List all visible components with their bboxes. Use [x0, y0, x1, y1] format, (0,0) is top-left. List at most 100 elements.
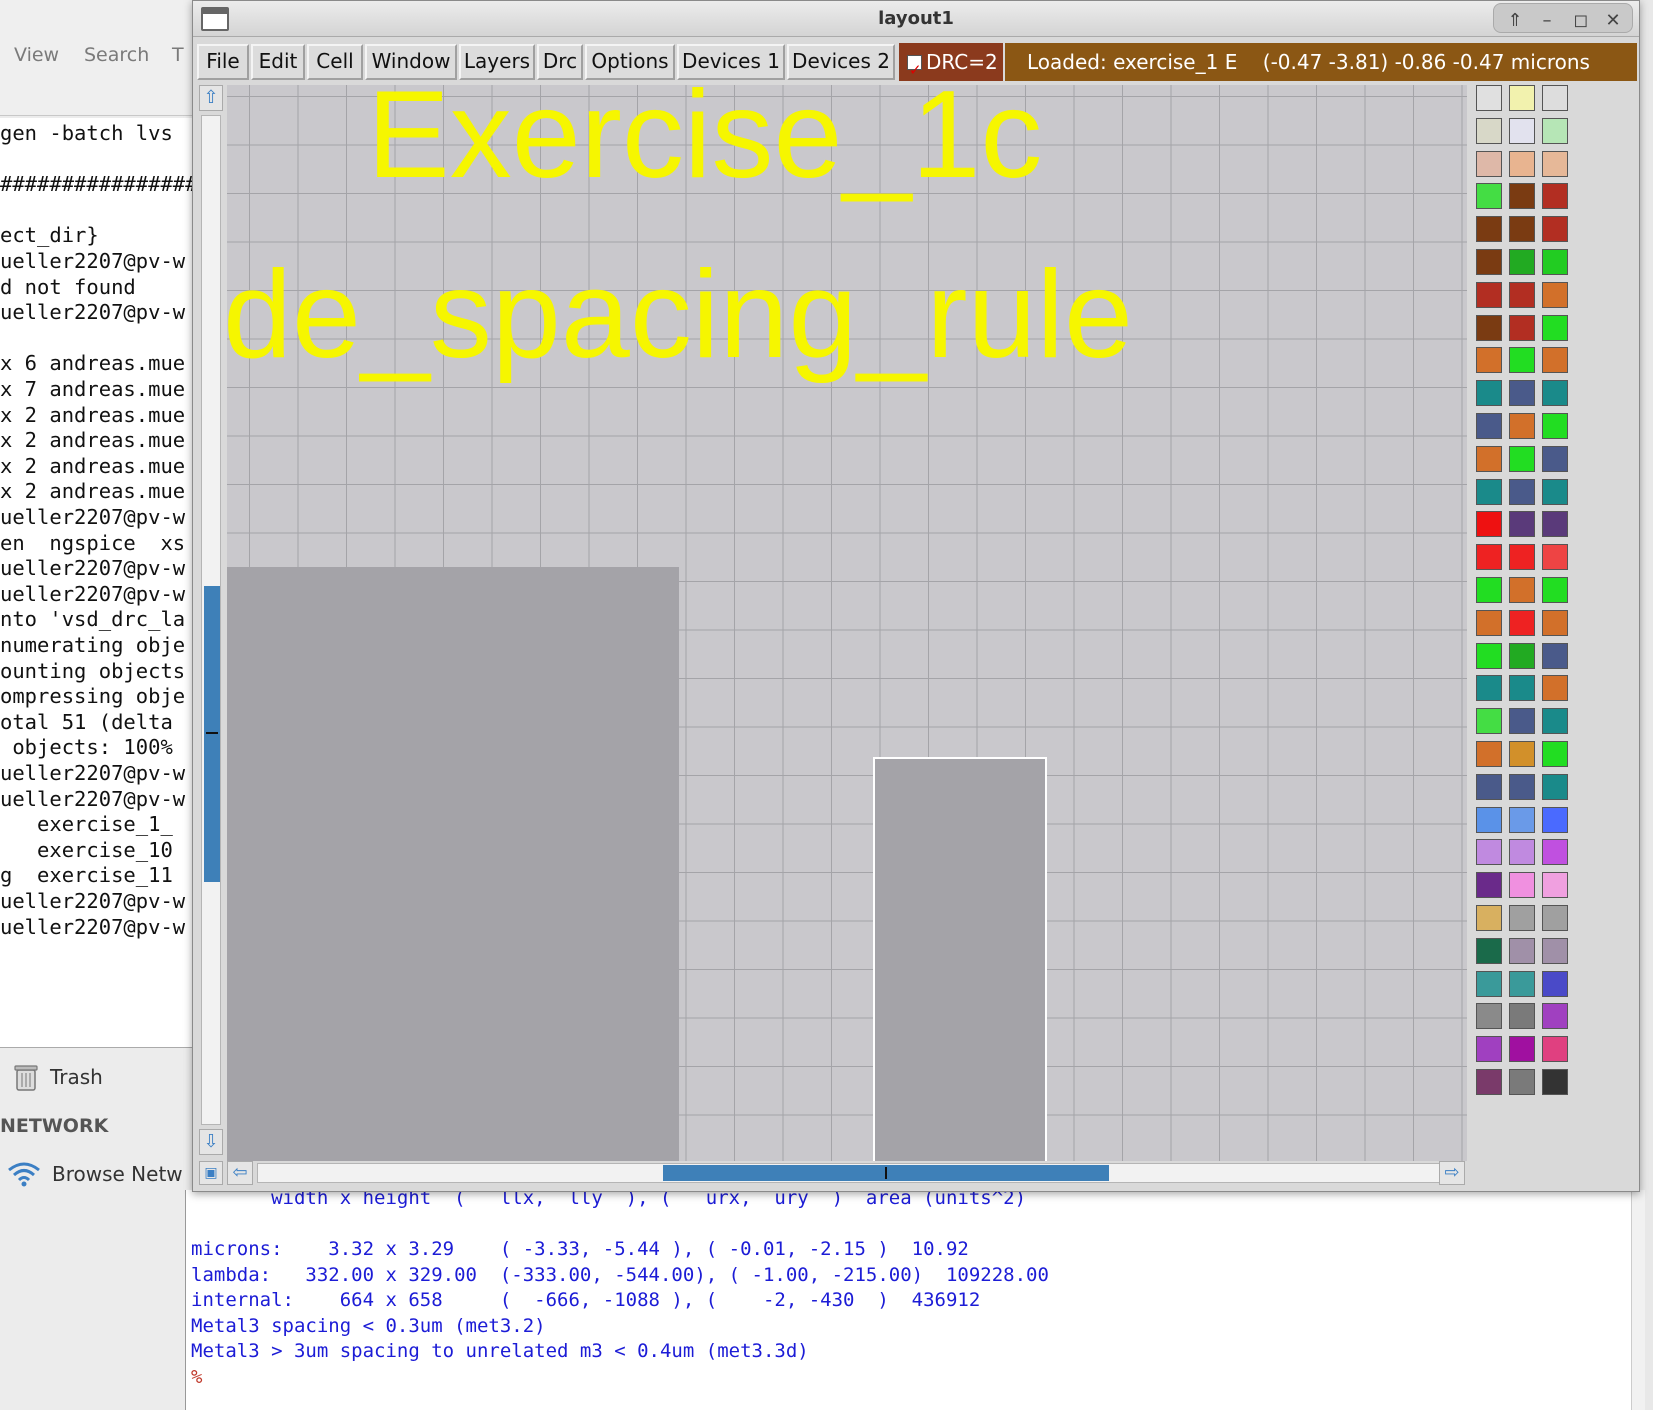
layer-swatch[interactable] — [1542, 347, 1568, 374]
title-bar[interactable]: layout1 ⇑ – ◻ ✕ — [193, 1, 1639, 37]
menu-truncated[interactable]: T — [172, 44, 184, 66]
layer-swatch[interactable] — [1509, 511, 1535, 538]
layer-swatch[interactable] — [1509, 413, 1535, 439]
menu-search[interactable]: Search — [84, 44, 149, 66]
layer-swatch[interactable] — [1542, 445, 1568, 472]
layer-swatch[interactable] — [1476, 150, 1502, 177]
layer-swatch[interactable] — [1476, 642, 1502, 669]
menu-devices-2[interactable]: Devices 2 — [787, 44, 895, 80]
layer-swatch[interactable] — [1509, 741, 1535, 767]
layer-swatch[interactable] — [1542, 905, 1568, 931]
layer-swatch[interactable] — [1509, 609, 1535, 636]
layer-swatch[interactable] — [1509, 216, 1535, 243]
magic-console[interactable]: width x height ( llx, lly ), ( urx, ury … — [185, 1190, 1645, 1410]
layer-swatch[interactable] — [1476, 609, 1502, 636]
metal3-shape-selected[interactable] — [873, 757, 1047, 1161]
layer-swatch[interactable] — [1542, 544, 1568, 571]
drc-checkbox[interactable] — [907, 51, 922, 89]
layer-swatch[interactable] — [1509, 642, 1535, 669]
layer-swatch[interactable] — [1476, 806, 1502, 833]
horizontal-scrollbar[interactable]: ▣ ⇦ ⇨ — [199, 1161, 1469, 1187]
layer-swatch[interactable] — [1509, 839, 1535, 866]
layer-swatch[interactable] — [1509, 183, 1535, 210]
metal3-shape-large[interactable] — [227, 567, 679, 1161]
layer-swatch[interactable] — [1509, 445, 1535, 472]
layout-canvas[interactable]: Exercise_1c de_spacing_rule — [227, 85, 1467, 1161]
sidebar-item-trash[interactable]: Trash — [12, 1062, 103, 1092]
layer-swatch[interactable] — [1542, 85, 1568, 111]
horizontal-scroll-trough[interactable] — [257, 1163, 1451, 1183]
background-terminal[interactable]: gen -batch lvs ################ ect_dir} ue… — [0, 118, 195, 1048]
layer-swatch[interactable] — [1542, 478, 1568, 505]
layer-swatch[interactable] — [1476, 511, 1502, 538]
menu-cell[interactable]: Cell — [307, 44, 363, 80]
layer-swatch[interactable] — [1476, 281, 1502, 308]
menu-view[interactable]: View — [14, 44, 59, 66]
layer-swatch[interactable] — [1542, 249, 1568, 275]
minimize-icon[interactable]: – — [1532, 8, 1562, 34]
layer-swatch[interactable] — [1509, 380, 1535, 407]
menu-edit[interactable]: Edit — [251, 44, 305, 80]
layer-swatch[interactable] — [1476, 872, 1502, 899]
layer-swatch[interactable] — [1509, 1036, 1535, 1063]
layer-swatch[interactable] — [1509, 249, 1535, 275]
layer-swatch[interactable] — [1476, 85, 1502, 111]
layer-swatch[interactable] — [1476, 905, 1502, 931]
layer-swatch[interactable] — [1476, 380, 1502, 407]
shade-icon[interactable]: ⇑ — [1500, 8, 1530, 34]
menu-devices-1[interactable]: Devices 1 — [677, 44, 785, 80]
drc-toggle[interactable]: DRC=2 — [899, 43, 1003, 89]
layer-swatch[interactable] — [1509, 937, 1535, 964]
layer-swatch[interactable] — [1542, 708, 1568, 735]
scroll-right-icon[interactable]: ⇨ — [1439, 1161, 1465, 1185]
menu-file[interactable]: File — [197, 44, 249, 80]
layer-swatch[interactable] — [1542, 314, 1568, 341]
layer-swatch[interactable] — [1476, 577, 1502, 603]
scroll-down-icon[interactable]: ⇩ — [199, 1129, 223, 1155]
layer-swatch[interactable] — [1542, 216, 1568, 243]
layer-swatch[interactable] — [1476, 708, 1502, 735]
layer-swatch[interactable] — [1509, 806, 1535, 833]
layer-swatch[interactable] — [1542, 117, 1568, 144]
scroll-up-icon[interactable]: ⇧ — [199, 85, 223, 111]
layer-swatch[interactable] — [1542, 1036, 1568, 1063]
layer-swatch[interactable] — [1476, 216, 1502, 243]
menu-options[interactable]: Options — [585, 44, 675, 80]
layer-swatch[interactable] — [1476, 1069, 1502, 1095]
layer-swatch[interactable] — [1509, 773, 1535, 800]
layer-swatch[interactable] — [1476, 413, 1502, 439]
layer-swatch[interactable] — [1476, 183, 1502, 210]
layer-swatch[interactable] — [1542, 773, 1568, 800]
layer-swatch[interactable] — [1509, 544, 1535, 571]
zoom-box-icon[interactable]: ▣ — [199, 1161, 223, 1185]
layer-swatch[interactable] — [1509, 281, 1535, 308]
layer-swatch[interactable] — [1476, 675, 1502, 702]
layer-swatch[interactable] — [1542, 150, 1568, 177]
layer-swatch[interactable] — [1542, 675, 1568, 702]
layer-swatch[interactable] — [1476, 478, 1502, 505]
layer-swatch[interactable] — [1509, 1003, 1535, 1030]
layer-swatch[interactable] — [1542, 872, 1568, 899]
layer-swatch[interactable] — [1542, 642, 1568, 669]
vertical-scroll-thumb[interactable] — [204, 586, 220, 882]
layer-swatch[interactable] — [1476, 1003, 1502, 1030]
menu-layers[interactable]: Layers — [459, 44, 535, 80]
layer-swatch[interactable] — [1542, 413, 1568, 439]
layer-swatch[interactable] — [1509, 675, 1535, 702]
layer-swatch[interactable] — [1509, 85, 1535, 111]
layer-swatch[interactable] — [1476, 773, 1502, 800]
layer-swatch[interactable] — [1542, 937, 1568, 964]
layer-swatch[interactable] — [1509, 347, 1535, 374]
layer-swatch[interactable] — [1509, 314, 1535, 341]
layer-swatch[interactable] — [1542, 741, 1568, 767]
layer-swatch[interactable] — [1476, 249, 1502, 275]
layer-swatch[interactable] — [1542, 281, 1568, 308]
layer-swatch[interactable] — [1509, 577, 1535, 603]
layer-swatch[interactable] — [1542, 970, 1568, 997]
layer-swatch[interactable] — [1542, 1069, 1568, 1095]
menu-window[interactable]: Window — [365, 44, 457, 80]
layer-swatch[interactable] — [1542, 511, 1568, 538]
layer-swatch[interactable] — [1476, 445, 1502, 472]
layer-swatch[interactable] — [1542, 609, 1568, 636]
vertical-scrollbar[interactable]: ⇧ ⇩ — [199, 85, 223, 1157]
